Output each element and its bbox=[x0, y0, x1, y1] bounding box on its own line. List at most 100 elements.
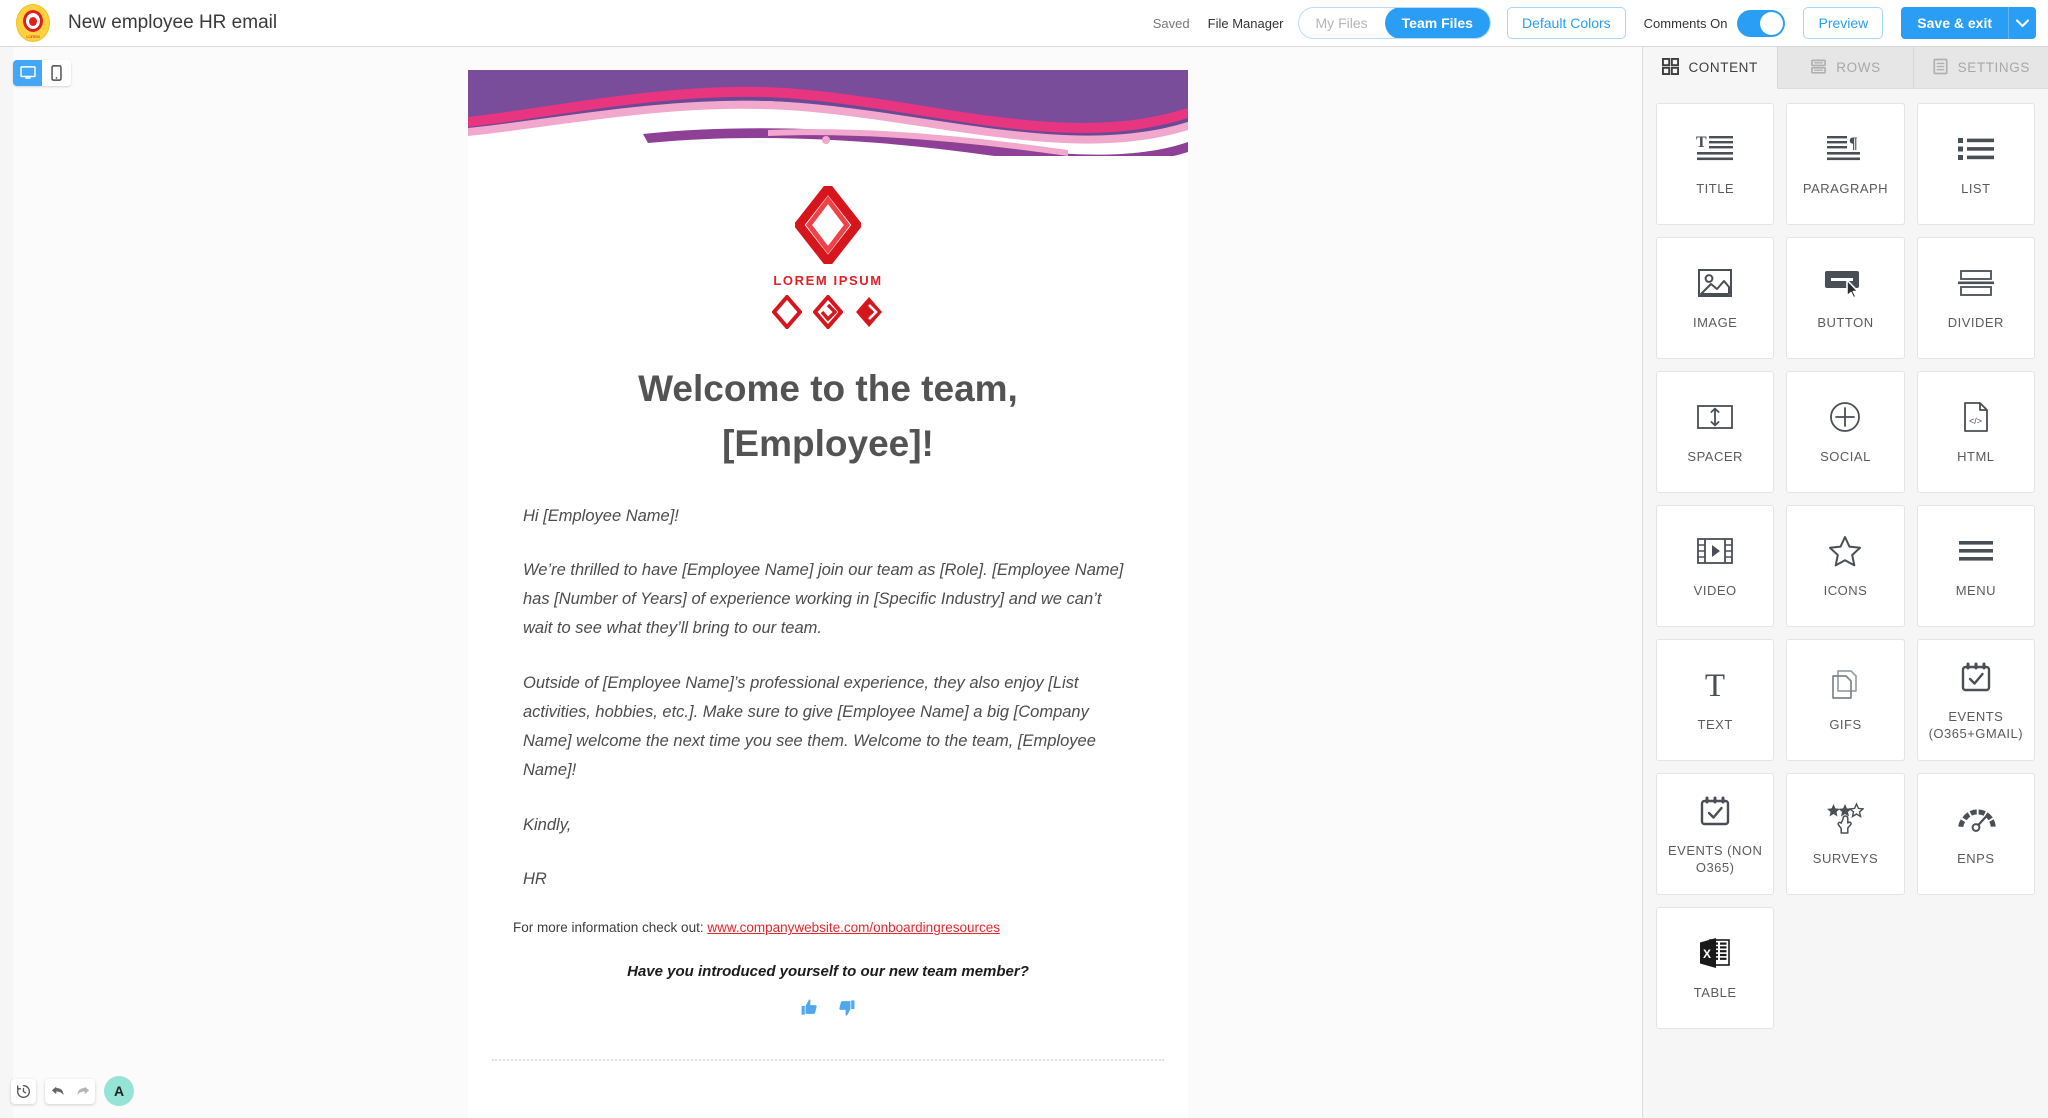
segment-team-files[interactable]: Team Files bbox=[1384, 8, 1490, 38]
file-scope-segmented-control[interactable]: My Files Team Files bbox=[1297, 7, 1491, 39]
file-manager-label[interactable]: File Manager bbox=[1208, 16, 1284, 31]
undo-redo-button-group bbox=[45, 1078, 95, 1104]
tile-label: EVENTS (NON O365) bbox=[1667, 843, 1763, 875]
tab-rows[interactable]: ROWS bbox=[1778, 47, 1914, 89]
content-block-title[interactable]: T TITLE bbox=[1656, 103, 1775, 225]
content-block-button[interactable]: BUTTON bbox=[1786, 237, 1905, 359]
svg-text:</>: </> bbox=[1969, 416, 1982, 426]
content-block-divider[interactable]: DIVIDER bbox=[1916, 237, 2035, 359]
email-paragraph: Kindly, bbox=[523, 815, 572, 834]
save-and-exit-button[interactable]: Save & exit bbox=[1901, 7, 2008, 39]
video-film-icon bbox=[1696, 532, 1734, 570]
segment-my-files[interactable]: My Files bbox=[1299, 8, 1385, 38]
mobile-icon[interactable] bbox=[42, 60, 71, 86]
content-block-events-o365-gmail[interactable]: EVENTS (O365+GMAIL) bbox=[1916, 639, 2035, 761]
company-logo-icon[interactable]: LOREM bbox=[16, 4, 50, 42]
email-logo-wordmark: LOREM IPSUM bbox=[773, 273, 883, 288]
redo-arrow-icon[interactable] bbox=[70, 1079, 95, 1104]
list-icon bbox=[1957, 130, 1995, 168]
footer-note-prefix: For more information check out: bbox=[513, 920, 708, 936]
diamond-outline-icon bbox=[772, 295, 802, 329]
tab-label: SETTINGS bbox=[1957, 60, 2030, 75]
tab-label: ROWS bbox=[1836, 60, 1881, 75]
tile-label: MENU bbox=[1955, 583, 1996, 599]
email-document: LOREM IPSUM Welcome to the team, [Employ… bbox=[468, 70, 1188, 1118]
content-block-social[interactable]: SOCIAL bbox=[1786, 371, 1905, 493]
right-sidebar: CONTENT ROWS SETTINGS T TITLE ¶ PARAGRAP… bbox=[1642, 47, 2048, 1118]
grid-icon bbox=[1662, 57, 1680, 78]
default-colors-button[interactable]: Default Colors bbox=[1506, 7, 1626, 39]
tile-label: VIDEO bbox=[1693, 583, 1737, 599]
email-body-text[interactable]: Hi [Employee Name]! We’re thrilled to ha… bbox=[523, 502, 1133, 895]
onboarding-resources-link[interactable]: www.companywebsite.com/onboardingresourc… bbox=[707, 920, 1000, 935]
content-block-spacer[interactable]: SPACER bbox=[1656, 371, 1775, 493]
text-t-icon: T bbox=[1698, 666, 1732, 704]
gauge-icon bbox=[1956, 800, 1996, 838]
comments-toggle[interactable] bbox=[1737, 9, 1786, 37]
tile-label: SPACER bbox=[1687, 449, 1743, 465]
logo-ring bbox=[23, 10, 43, 32]
content-block-menu[interactable]: MENU bbox=[1916, 505, 2035, 627]
email-reaction-buttons bbox=[468, 998, 1188, 1017]
tile-label: IMAGE bbox=[1692, 315, 1738, 331]
email-headline[interactable]: Welcome to the team, [Employee]! bbox=[508, 362, 1148, 472]
social-plus-icon bbox=[1829, 398, 1861, 436]
content-block-events-non-o365[interactable]: EVENTS (NON O365) bbox=[1656, 773, 1775, 895]
tile-label: HTML bbox=[1957, 449, 1995, 465]
content-block-list[interactable]: LIST bbox=[1916, 103, 2035, 225]
sidebar-tabs: CONTENT ROWS SETTINGS bbox=[1643, 47, 2048, 89]
calendar-check-icon bbox=[1699, 792, 1731, 830]
hamburger-menu-icon bbox=[1958, 532, 1994, 570]
email-logo-block[interactable]: LOREM IPSUM bbox=[468, 156, 1188, 329]
diamond-swirl-icon bbox=[813, 295, 843, 329]
comments-toggle-label: Comments On bbox=[1643, 15, 1728, 31]
page-title[interactable]: New employee HR email bbox=[68, 12, 277, 34]
tile-label: ICONS bbox=[1823, 583, 1868, 599]
content-block-gifs[interactable]: GIFS bbox=[1786, 639, 1905, 761]
rows-icon bbox=[1810, 58, 1827, 78]
email-logo-small-marks bbox=[468, 295, 1188, 329]
tab-content[interactable]: CONTENT bbox=[1643, 47, 1779, 89]
content-block-text[interactable]: T TEXT bbox=[1656, 639, 1775, 761]
tile-label: SOCIAL bbox=[1820, 449, 1871, 465]
content-block-video[interactable]: VIDEO bbox=[1656, 505, 1775, 627]
star-icon bbox=[1828, 532, 1862, 570]
top-bar-actions: Saved File Manager My Files Team Files D… bbox=[1153, 0, 2048, 46]
tile-label: DIVIDER bbox=[1947, 315, 2004, 331]
excel-table-icon: X bbox=[1698, 934, 1732, 972]
editor-bottom-controls: A bbox=[11, 1076, 134, 1106]
email-section-divider bbox=[492, 1059, 1164, 1062]
tile-label: LIST bbox=[1961, 181, 1991, 197]
history-clock-icon[interactable] bbox=[11, 1079, 36, 1104]
preview-button[interactable]: Preview bbox=[1803, 7, 1884, 39]
svg-text:T: T bbox=[1705, 668, 1725, 702]
content-block-image[interactable]: IMAGE bbox=[1656, 237, 1775, 359]
content-block-icons[interactable]: ICONS bbox=[1786, 505, 1905, 627]
content-blocks-grid: T TITLE ¶ PARAGRAPH LIST IMAGE BUTTON DI… bbox=[1643, 89, 2048, 1043]
content-block-html[interactable]: </> HTML bbox=[1916, 371, 2035, 493]
thumbs-up-icon[interactable] bbox=[800, 998, 819, 1017]
content-block-enps[interactable]: ENPS bbox=[1916, 773, 2035, 895]
device-preview-toggle[interactable] bbox=[13, 60, 71, 86]
undo-arrow-icon[interactable] bbox=[45, 1079, 70, 1104]
tab-settings[interactable]: SETTINGS bbox=[1913, 47, 2048, 89]
content-block-surveys[interactable]: SURVEYS bbox=[1786, 773, 1905, 895]
logo-caption: LOREM bbox=[26, 34, 40, 39]
image-icon bbox=[1697, 264, 1733, 302]
thumbs-down-icon[interactable] bbox=[837, 998, 856, 1017]
tile-label: BUTTON bbox=[1817, 315, 1874, 331]
email-banner-image[interactable] bbox=[468, 70, 1188, 156]
email-paragraph: HR bbox=[523, 870, 547, 889]
email-headline-line-2: [Employee]! bbox=[722, 422, 934, 464]
desktop-icon[interactable] bbox=[13, 60, 42, 86]
gifs-pages-icon bbox=[1829, 666, 1861, 704]
content-block-paragraph[interactable]: ¶ PARAGRAPH bbox=[1786, 103, 1905, 225]
tile-label: PARAGRAPH bbox=[1802, 181, 1889, 197]
user-avatar[interactable]: A bbox=[104, 1076, 134, 1106]
email-paragraph: We’re thrilled to have [Employee Name] j… bbox=[523, 561, 1124, 638]
content-block-table[interactable]: X TABLE bbox=[1656, 907, 1775, 1029]
email-question-text: Have you introduced yourself to our new … bbox=[627, 963, 1029, 981]
title-icon: T bbox=[1695, 130, 1735, 168]
chevron-down-icon[interactable] bbox=[2008, 7, 2036, 39]
editor-area: LOREM IPSUM Welcome to the team, [Employ… bbox=[0, 47, 1642, 1118]
